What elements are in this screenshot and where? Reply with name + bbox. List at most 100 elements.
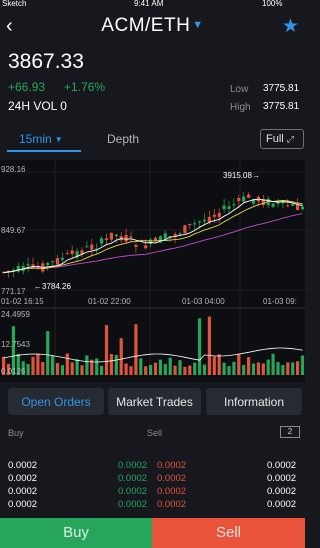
- interval-selector[interactable]: 15min ▼: [7, 122, 81, 152]
- candle: [242, 196, 246, 202]
- last-price: 3867.33: [8, 50, 84, 73]
- candle: [114, 234, 118, 237]
- candle: [129, 236, 133, 238]
- candle: [291, 204, 295, 206]
- volume-tick-label: 0.0126: [1, 367, 26, 376]
- status-bar: Sketch 9:41 AM 100%: [0, 0, 305, 10]
- volume-bar: [266, 359, 270, 375]
- volume-bar: [158, 359, 162, 375]
- high-value: 3775.81: [263, 101, 300, 112]
- volume-bar: [232, 361, 236, 375]
- volume-bar: [163, 363, 167, 375]
- candle: [183, 225, 187, 234]
- volume-bar: [129, 366, 133, 375]
- interval-label: 15min: [19, 132, 52, 146]
- volume-bar: [217, 354, 221, 375]
- buy-button[interactable]: Buy: [0, 518, 152, 548]
- volume-bar: [237, 353, 241, 375]
- candle: [149, 239, 153, 245]
- volume-bar: [75, 359, 79, 375]
- ask-price: 0.0002: [157, 473, 187, 484]
- sell-price: 0.0002: [267, 499, 297, 510]
- candle: [100, 238, 104, 244]
- bid-price: 0.0002: [118, 499, 148, 510]
- x-tick-label: 01-03 04:00: [182, 297, 225, 306]
- volume-bar: [193, 362, 197, 375]
- volume-bar: [222, 362, 226, 375]
- bid-price: 0.0002: [118, 473, 148, 484]
- candle: [300, 206, 305, 210]
- volume-bar: [291, 362, 295, 375]
- volume-bar: [70, 362, 74, 375]
- ask-price: 0.0002: [157, 460, 187, 471]
- battery-level: 100%: [262, 0, 283, 8]
- volume-bar: [207, 316, 211, 375]
- star-icon[interactable]: ★: [282, 15, 299, 38]
- volume-bar: [173, 365, 177, 375]
- fullscreen-label: Full: [266, 133, 284, 145]
- volume-bar: [41, 362, 45, 375]
- volume-bar: [144, 366, 148, 375]
- candle: [134, 244, 138, 247]
- bid-price: 0.0002: [118, 486, 148, 497]
- candle: [60, 257, 64, 260]
- x-tick-label: 01-03 09:: [263, 297, 297, 306]
- candle: [271, 203, 275, 207]
- sell-price: 0.0002: [267, 473, 297, 484]
- chart-background: [0, 160, 305, 382]
- clock: 9:41 AM: [134, 0, 164, 8]
- volume-bar: [281, 364, 285, 375]
- buy-header: Buy: [8, 428, 24, 438]
- sell-button[interactable]: Sell: [152, 518, 305, 548]
- tab-information[interactable]: Information: [206, 388, 302, 415]
- volume-bar: [198, 318, 202, 375]
- candlestick-chart[interactable]: 928.16 849.67 771.17 01-02 16:15 01-02 22:00…: [0, 160, 305, 382]
- table-row: 0.0002 0.0002 0.0002 0.0002: [0, 460, 305, 473]
- volume-tick-label: 12.7543: [1, 340, 30, 349]
- carrier: Sketch: [2, 0, 27, 8]
- volume-bar: [149, 364, 153, 375]
- candle: [188, 223, 192, 226]
- candle: [51, 261, 55, 263]
- volume-24h: 24H VOL 0: [8, 99, 67, 113]
- change-absolute: +66.93: [8, 80, 46, 94]
- candle: [144, 245, 148, 249]
- pair-selector[interactable]: ACM/ETH ▼: [0, 15, 305, 37]
- table-row: 0.0002 0.0002 0.0002 0.0002: [0, 473, 305, 486]
- sell-price: 0.0002: [267, 460, 297, 471]
- candle: [198, 221, 202, 223]
- candle: [124, 234, 128, 242]
- chart-tabs: 15min ▼ Depth Full ⤢: [0, 122, 305, 158]
- volume-bar: [46, 331, 50, 375]
- volume-bar: [188, 365, 192, 375]
- depth-selector[interactable]: 2: [280, 426, 300, 438]
- min-price-annotation: ←3784.26: [34, 282, 71, 291]
- candle: [46, 262, 50, 266]
- volume-bar: [31, 356, 35, 375]
- fullscreen-button[interactable]: Full ⤢: [260, 129, 304, 149]
- table-row: 0.0002 0.0002 0.0002 0.0002: [0, 499, 305, 512]
- y-tick-label: 849.67: [1, 226, 26, 235]
- ask-price: 0.0002: [157, 486, 187, 497]
- candle: [202, 219, 207, 222]
- candle: [178, 233, 182, 235]
- tab-open-orders[interactable]: Open Orders: [8, 388, 104, 415]
- candle: [232, 204, 236, 206]
- volume-bar: [85, 355, 89, 375]
- volume-bar: [296, 361, 300, 375]
- volume-bar: [271, 353, 275, 375]
- order-tabs: Open Orders Market Trades Information: [0, 388, 305, 418]
- volume-bar: [139, 358, 143, 375]
- tab-depth[interactable]: Depth: [107, 132, 139, 146]
- volume-bar: [251, 363, 256, 375]
- pair-title: ACM/ETH: [101, 15, 191, 36]
- volume-bar: [286, 362, 290, 375]
- volume-bar: [114, 354, 118, 375]
- y-tick-label: 771.17: [1, 287, 26, 296]
- volume-bar: [119, 338, 123, 375]
- tab-market-trades[interactable]: Market Trades: [108, 388, 201, 415]
- low-value: 3775.81: [263, 83, 300, 94]
- volume-bar: [256, 362, 260, 375]
- candle: [163, 233, 167, 239]
- volume-bar: [168, 357, 172, 375]
